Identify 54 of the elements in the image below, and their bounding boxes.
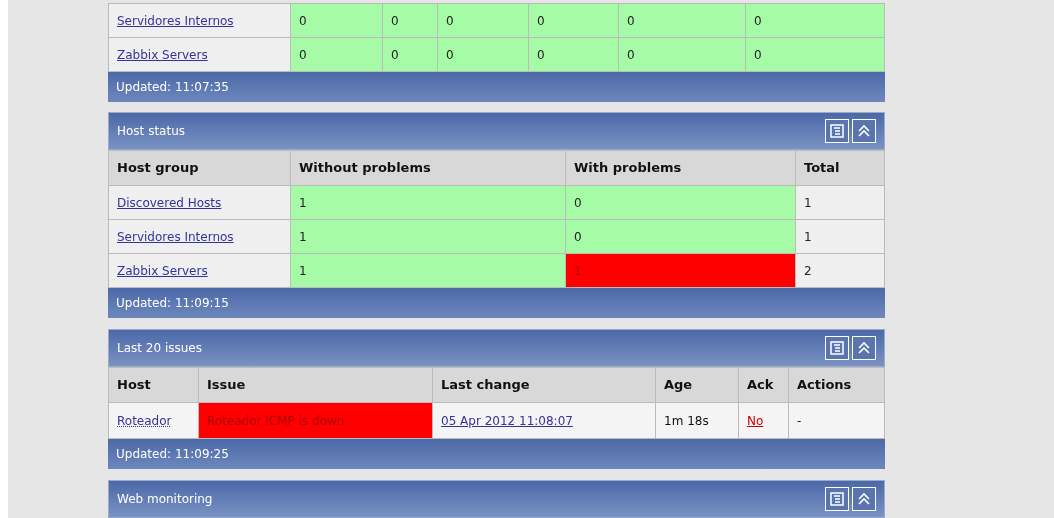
status-cell: 0 [745, 3, 885, 38]
column-header: Age [655, 367, 739, 403]
updated-time: Updated: 11:07:35 [116, 79, 229, 96]
total-cell: 2 [795, 253, 885, 288]
host-link[interactable]: Roteador [108, 402, 199, 439]
column-header: Issue [198, 367, 433, 403]
status-cell: 1 [565, 253, 796, 288]
status-cell: 1 [290, 219, 566, 254]
column-header: Host [108, 367, 199, 403]
status-cell: 0 [745, 37, 885, 72]
status-cell: 0 [565, 185, 796, 220]
widget-title: Host status [117, 123, 185, 140]
column-header: Last change [432, 367, 656, 403]
menu-icon[interactable] [825, 119, 849, 143]
group-link[interactable]: Zabbix Servers [108, 37, 291, 72]
total-cell: 1 [795, 185, 885, 220]
updated-time: Updated: 11:09:25 [116, 446, 229, 463]
status-cell: 0 [528, 3, 619, 38]
status-cell: 0 [528, 37, 619, 72]
menu-icon[interactable] [825, 487, 849, 511]
status-cell: 0 [618, 37, 746, 72]
issue-cell: Roteador ICMP is down [198, 402, 433, 439]
status-cell: 0 [565, 219, 796, 254]
status-cell: 0 [437, 37, 529, 72]
age-cell: 1m 18s [655, 402, 739, 439]
updated-time: Updated: 11:09:15 [116, 295, 229, 312]
column-header: With problems [565, 150, 796, 186]
menu-icon[interactable] [825, 336, 849, 360]
status-cell: 0 [290, 3, 383, 38]
status-cell: 0 [382, 3, 438, 38]
status-cell: 1 [290, 253, 566, 288]
status-cell: 1 [290, 185, 566, 220]
group-link[interactable]: Discovered Hosts [108, 185, 291, 220]
column-header: Without problems [290, 150, 566, 186]
widget-title: Web monitoring [117, 491, 213, 508]
widget-title: Last 20 issues [117, 340, 202, 357]
status-cell: 0 [618, 3, 746, 38]
collapse-icon[interactable] [852, 119, 876, 143]
column-header: Actions [788, 367, 885, 403]
total-cell: 1 [795, 219, 885, 254]
status-cell: 0 [290, 37, 383, 72]
ack-link[interactable]: No [738, 402, 789, 439]
group-link[interactable]: Servidores Internos [108, 219, 291, 254]
group-link[interactable]: Servidores Internos [108, 3, 291, 38]
group-link[interactable]: Zabbix Servers [108, 253, 291, 288]
status-cell: 0 [437, 3, 529, 38]
collapse-icon[interactable] [852, 336, 876, 360]
column-header: Host group [108, 150, 291, 186]
status-cell: 0 [382, 37, 438, 72]
column-header: Total [795, 150, 885, 186]
actions-cell: - [788, 402, 885, 439]
column-header: Ack [738, 367, 789, 403]
collapse-icon[interactable] [852, 487, 876, 511]
date-link[interactable]: 05 Apr 2012 11:08:07 [432, 402, 656, 439]
